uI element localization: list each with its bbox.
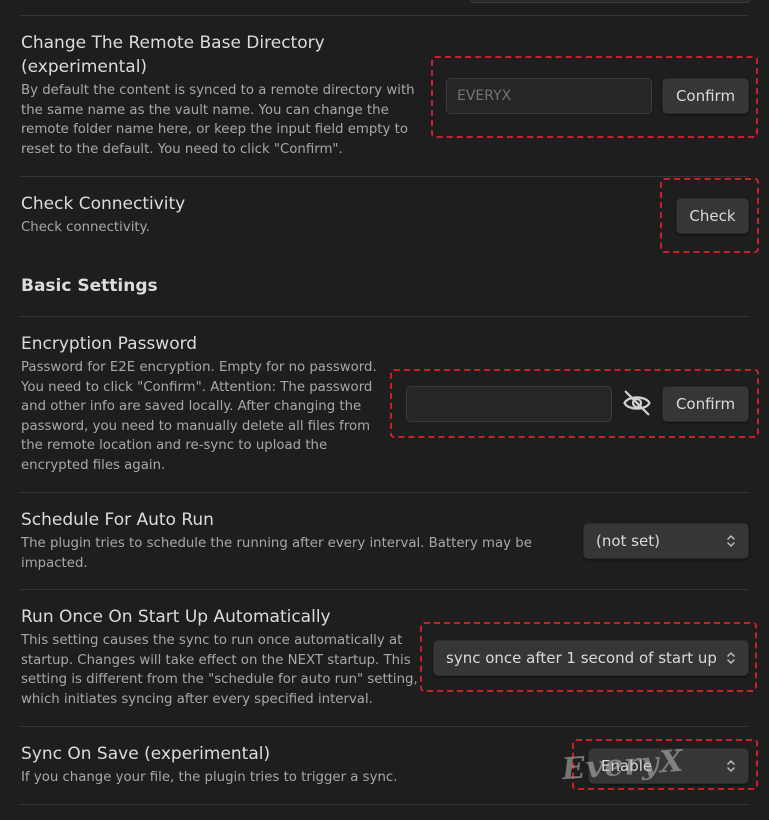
separator bbox=[20, 15, 748, 16]
check-connectivity-button[interactable]: Check bbox=[676, 198, 749, 234]
encryption-confirm-button[interactable]: Confirm bbox=[662, 386, 749, 422]
chevron-up-down-icon bbox=[727, 760, 735, 772]
setting-title: Check Connectivity bbox=[21, 194, 186, 214]
top-partial-control bbox=[470, 0, 750, 3]
schedule-select[interactable]: (not set) bbox=[583, 523, 749, 559]
section-basic-settings: Basic Settings bbox=[21, 274, 748, 298]
separator bbox=[20, 176, 748, 177]
eye-off-icon[interactable] bbox=[622, 388, 652, 418]
separator bbox=[20, 589, 748, 590]
remote-directory-confirm-button[interactable]: Confirm bbox=[662, 78, 749, 114]
setting-description: Check connectivity. bbox=[21, 220, 150, 235]
select-value: sync once after 1 second of start up bbox=[446, 649, 717, 667]
setting-title: Change The Remote Base Directory bbox=[21, 33, 325, 53]
setting-title: Encryption Password bbox=[21, 334, 198, 354]
chevron-up-down-icon bbox=[727, 535, 735, 547]
select-value: Enable bbox=[601, 757, 653, 775]
chevron-up-down-icon bbox=[727, 652, 735, 664]
encryption-password-input[interactable] bbox=[406, 386, 612, 422]
separator bbox=[20, 804, 748, 805]
separator bbox=[20, 316, 748, 317]
select-value: (not set) bbox=[596, 532, 660, 550]
section-heading: Basic Settings bbox=[21, 276, 158, 296]
separator bbox=[20, 726, 748, 727]
setting-check-connectivity: Check Connectivity Check connectivity. bbox=[21, 192, 748, 238]
startup-select[interactable]: sync once after 1 second of start up bbox=[433, 640, 749, 676]
remote-directory-input[interactable] bbox=[446, 78, 652, 114]
separator bbox=[20, 492, 748, 493]
sync-on-save-select[interactable]: Enable bbox=[588, 748, 749, 784]
